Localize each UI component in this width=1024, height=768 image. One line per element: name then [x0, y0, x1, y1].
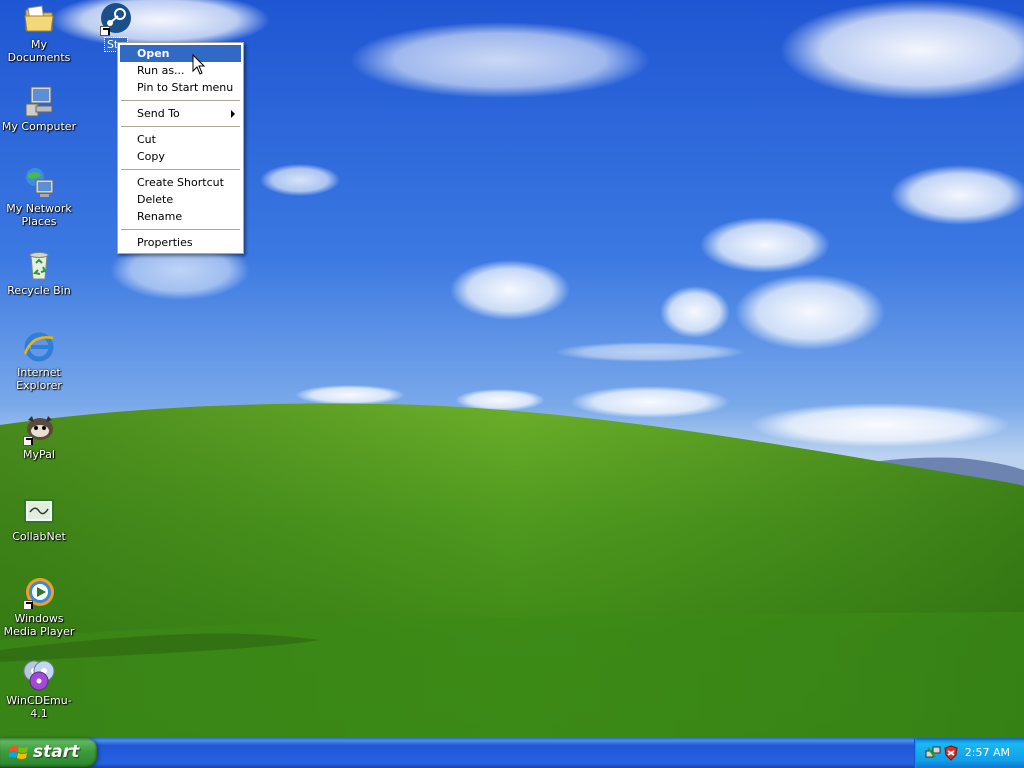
desktop-icon-label: Recycle Bin [7, 284, 71, 297]
shortcut-arrow-icon [23, 600, 33, 610]
media-player-icon [22, 576, 56, 610]
desktop-icon-mypal[interactable]: MyPal [0, 412, 78, 461]
desktop-icon-label: MyPal [23, 448, 55, 461]
menu-separator [121, 100, 240, 101]
start-button[interactable]: start [0, 738, 97, 768]
folder-documents-icon [22, 2, 56, 36]
menu-item-run-as[interactable]: Run as... [120, 62, 241, 79]
menu-item-label: Send To [137, 107, 180, 120]
menu-item-cut[interactable]: Cut [120, 131, 241, 148]
desktop-icon-label: My Documents [7, 38, 71, 64]
menu-item-open[interactable]: Open [120, 45, 241, 62]
network-icon [22, 166, 56, 200]
desktop-icon-recycle-bin[interactable]: Recycle Bin [0, 248, 78, 297]
desktop-icon-internet-explorer[interactable]: Internet Explorer [0, 330, 78, 392]
wincdemu-icon [22, 658, 56, 692]
menu-item-send-to[interactable]: Send To [120, 105, 241, 122]
desktop-icon-label: Windows Media Player [3, 612, 75, 638]
internet-explorer-icon [22, 330, 56, 364]
computer-icon [22, 84, 56, 118]
shortcut-arrow-icon [23, 436, 33, 446]
mypal-icon [22, 412, 56, 446]
start-label: start [33, 742, 80, 762]
recycle-bin-icon [22, 248, 56, 282]
submenu-arrow-icon [231, 110, 235, 118]
desktop-icon-my-documents[interactable]: My Documents [0, 2, 78, 64]
menu-item-pin-to-start[interactable]: Pin to Start menu [120, 79, 241, 96]
menu-item-rename[interactable]: Rename [120, 208, 241, 225]
security-shield-icon[interactable] [943, 745, 959, 761]
menu-separator [121, 126, 240, 127]
mouse-cursor-icon [192, 54, 206, 75]
windows-flag-icon [9, 746, 28, 759]
clock[interactable]: 2:57 AM [965, 746, 1010, 759]
collabnet-icon [22, 494, 56, 528]
taskbar: start 2:57 AM [0, 738, 1024, 768]
desktop-icon-label: WinCDEmu-4.1 [6, 694, 72, 720]
context-menu: Open Run as... Pin to Start menu Send To… [117, 42, 244, 254]
shortcut-arrow-icon [100, 26, 110, 36]
desktop-icon-wincdemu[interactable]: WinCDEmu-4.1 [0, 658, 78, 720]
desktop-icon-collabnet[interactable]: CollabNet [0, 494, 78, 543]
desktop-icon-my-network-places[interactable]: My Network Places [0, 166, 78, 228]
desktop-icon-label: Internet Explorer [16, 366, 62, 392]
desktop-icon-my-computer[interactable]: My Computer [0, 84, 78, 133]
system-tray: 2:57 AM [914, 738, 1024, 768]
menu-item-properties[interactable]: Properties [120, 234, 241, 251]
menu-item-copy[interactable]: Copy [120, 148, 241, 165]
desktop-icon-label: My Network Places [6, 202, 72, 228]
desktop-icon-windows-media-player[interactable]: Windows Media Player [0, 576, 78, 638]
menu-separator [121, 169, 240, 170]
desktop[interactable]: My Documents Ste My Computer My Network … [0, 0, 1024, 738]
menu-separator [121, 229, 240, 230]
steam-icon [99, 2, 133, 36]
network-connection-icon[interactable] [925, 745, 941, 761]
desktop-icon-label: My Computer [1, 120, 77, 133]
menu-item-delete[interactable]: Delete [120, 191, 241, 208]
menu-item-create-shortcut[interactable]: Create Shortcut [120, 174, 241, 191]
desktop-icon-label: CollabNet [12, 530, 66, 543]
